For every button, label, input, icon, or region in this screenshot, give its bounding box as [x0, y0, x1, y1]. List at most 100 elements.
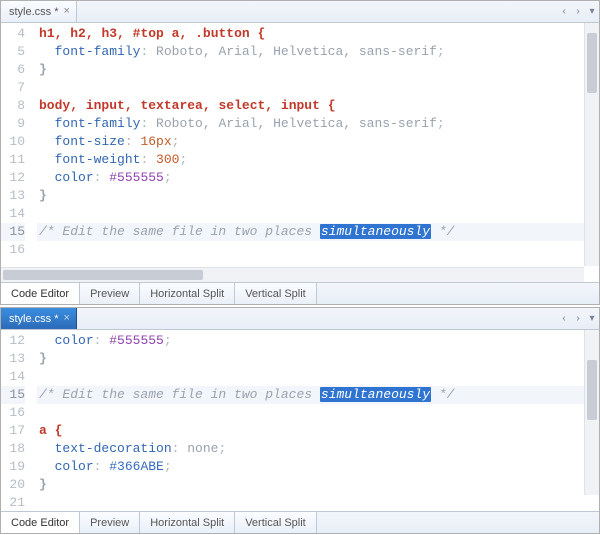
code-line[interactable]: [37, 404, 599, 422]
code-line[interactable]: font-family: Roboto, Arial, Helvetica, s…: [37, 115, 599, 133]
view-mode-tabs: Code EditorPreviewHorizontal SplitVertic…: [1, 511, 599, 533]
code-token: h3: [101, 26, 117, 41]
line-number: 17: [1, 422, 25, 440]
code-token: :: [140, 116, 156, 131]
code-line[interactable]: [37, 205, 599, 223]
line-number: 13: [1, 350, 25, 368]
code-token: ;: [437, 116, 445, 131]
line-number: 7: [1, 79, 25, 97]
vertical-scrollbar[interactable]: [584, 23, 599, 266]
code-editor[interactable]: 45678910111213141516 h1, h2, h3, #top a,…: [1, 23, 599, 282]
code-line[interactable]: color: #555555;: [37, 169, 599, 187]
code-token: /* Edit the same file in two places: [39, 387, 320, 402]
code-line[interactable]: }: [37, 476, 599, 494]
code-line[interactable]: a {: [37, 422, 599, 440]
view-mode-tab[interactable]: Horizontal Split: [140, 512, 235, 533]
view-mode-tab[interactable]: Code Editor: [1, 512, 80, 533]
code-token: color: [55, 170, 94, 185]
line-number: 8: [1, 97, 25, 115]
code-token: ,: [70, 98, 86, 113]
view-mode-tab[interactable]: Vertical Split: [235, 283, 317, 304]
gutter: 45678910111213141516: [1, 23, 31, 282]
view-mode-tab[interactable]: Vertical Split: [235, 512, 317, 533]
line-number: 15: [1, 386, 25, 404]
code-token: {: [55, 423, 63, 438]
gutter: 1213141516171819202122232425: [1, 330, 31, 511]
code-line[interactable]: font-weight: 300;: [37, 151, 599, 169]
code-token: [39, 170, 55, 185]
code-token: /* Edit the same file in two places: [39, 224, 320, 239]
nav-prev-icon[interactable]: ‹: [557, 308, 571, 329]
code-token: none: [187, 441, 218, 456]
code-area[interactable]: h1, h2, h3, #top a, .button { font-famil…: [31, 23, 599, 282]
line-number: 10: [1, 133, 25, 151]
file-tabbar: style.css * × ‹ › ▾: [1, 308, 599, 330]
code-token: ,: [265, 98, 281, 113]
code-line[interactable]: /* Edit the same file in two places simu…: [37, 386, 599, 404]
code-token: ;: [437, 44, 445, 59]
code-token: */: [431, 224, 454, 239]
line-number: 11: [1, 151, 25, 169]
code-line[interactable]: /* Edit the same file in two places simu…: [37, 223, 599, 241]
code-token: ,: [86, 26, 102, 41]
code-line[interactable]: }: [37, 187, 599, 205]
code-line[interactable]: }: [37, 350, 599, 368]
code-token: ;: [218, 441, 226, 456]
code-line[interactable]: [37, 368, 599, 386]
code-token: textarea: [140, 98, 202, 113]
tabbar-spacer: [77, 308, 557, 329]
close-icon[interactable]: ×: [64, 6, 70, 17]
code-token: [39, 152, 55, 167]
code-line[interactable]: [37, 241, 599, 259]
nav-next-icon[interactable]: ›: [571, 308, 585, 329]
code-token: font-size: [55, 134, 125, 149]
line-number: 20: [1, 476, 25, 494]
code-line[interactable]: }: [37, 61, 599, 79]
code-token: color: [55, 333, 94, 348]
file-tab[interactable]: style.css * ×: [1, 308, 77, 329]
line-number: 19: [1, 458, 25, 476]
code-line[interactable]: color: #366ABE;: [37, 458, 599, 476]
code-token: 300: [156, 152, 179, 167]
code-token: :: [94, 459, 110, 474]
line-number: 18: [1, 440, 25, 458]
close-icon[interactable]: ×: [64, 313, 70, 324]
tabbar-spacer: [77, 1, 557, 22]
code-token: #366ABE: [109, 459, 164, 474]
file-tab[interactable]: style.css * ×: [1, 1, 77, 22]
view-mode-tab[interactable]: Preview: [80, 512, 140, 533]
code-line[interactable]: body, input, textarea, select, input {: [37, 97, 599, 115]
nav-prev-icon[interactable]: ‹: [557, 1, 571, 22]
nav-more-icon[interactable]: ▾: [585, 308, 599, 329]
view-mode-tab[interactable]: Preview: [80, 283, 140, 304]
line-number: 6: [1, 61, 25, 79]
nav-next-icon[interactable]: ›: [571, 1, 585, 22]
code-token: */: [431, 387, 454, 402]
code-line[interactable]: [37, 494, 599, 511]
code-line[interactable]: text-decoration: none;: [37, 440, 599, 458]
view-mode-tab[interactable]: Code Editor: [1, 283, 80, 304]
code-line[interactable]: font-size: 16px;: [37, 133, 599, 151]
code-token: ,: [179, 26, 195, 41]
line-number: 4: [1, 25, 25, 43]
code-token: color: [55, 459, 94, 474]
code-editor[interactable]: 1213141516171819202122232425 color: #555…: [1, 330, 599, 511]
nav-more-icon[interactable]: ▾: [585, 1, 599, 22]
view-mode-tab[interactable]: Horizontal Split: [140, 283, 235, 304]
vertical-scrollbar[interactable]: [584, 330, 599, 495]
horizontal-scrollbar[interactable]: [1, 267, 584, 282]
code-token: }: [39, 188, 47, 203]
code-area[interactable]: color: #555555;} /* Edit the same file in…: [31, 330, 599, 511]
code-line[interactable]: font-family: Roboto, Arial, Helvetica, s…: [37, 43, 599, 61]
line-number: 21: [1, 494, 25, 511]
code-token: ,: [125, 98, 141, 113]
code-token: [250, 26, 258, 41]
code-line[interactable]: [37, 79, 599, 97]
code-token: [320, 98, 328, 113]
code-line[interactable]: h1, h2, h3, #top a, .button {: [37, 25, 599, 43]
line-number: 12: [1, 169, 25, 187]
code-token: ,: [203, 98, 219, 113]
line-number: 12: [1, 332, 25, 350]
line-number: 14: [1, 205, 25, 223]
code-line[interactable]: color: #555555;: [37, 332, 599, 350]
